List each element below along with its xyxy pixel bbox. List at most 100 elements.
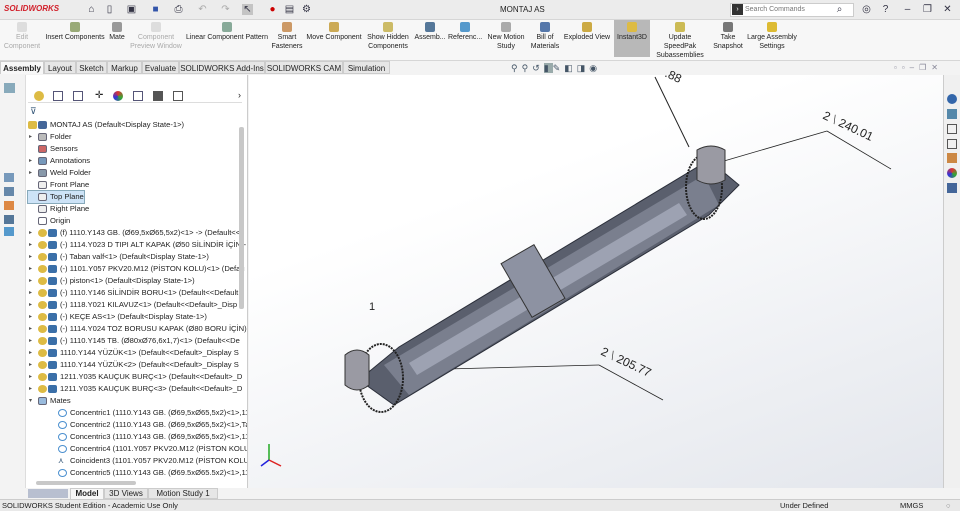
file-explorer-icon[interactable]	[947, 124, 957, 134]
tree-item[interactable]: ▸ (-) 1110.Y145 TB. (Ø80xØ76,6x1,7)<1> (D…	[28, 335, 240, 347]
expand-arrow-icon[interactable]: ▸	[29, 359, 32, 371]
resources-icon[interactable]	[947, 94, 957, 104]
tree-item[interactable]: ▸ Annotations	[28, 155, 90, 167]
previous-view-icon[interactable]: ↺	[532, 63, 544, 73]
tab-sketch[interactable]: Sketch	[76, 61, 107, 74]
tree-item[interactable]: Concentric3 (1110.Y143 GB. (Ø69,5xØ65,5x…	[28, 431, 247, 443]
expand-arrow-icon[interactable]: ▸	[29, 239, 32, 251]
tab-motion-study[interactable]: Motion Study 1	[148, 488, 218, 499]
tree-vertical-scrollbar[interactable]	[239, 127, 244, 309]
expand-arrow-icon[interactable]: ▸	[29, 347, 32, 359]
undo-icon[interactable]: ↶	[197, 4, 208, 15]
new-document-icon[interactable]: ▯	[104, 4, 115, 15]
home-icon[interactable]: ⌂	[86, 4, 97, 15]
display-manager-icon[interactable]	[113, 91, 123, 101]
tree-item[interactable]: Right Plane	[28, 203, 89, 215]
minimize-icon[interactable]: –	[902, 4, 913, 15]
assembly-features-button[interactable]: Assemb...	[413, 22, 447, 42]
expand-arrow-icon[interactable]: ▸	[29, 311, 32, 323]
expand-arrow-icon[interactable]: ▸	[29, 299, 32, 311]
expand-arrow-icon[interactable]: ▸	[29, 263, 32, 275]
tree-item[interactable]: Sensors	[28, 143, 78, 155]
filter-icon[interactable]: ⊽	[30, 106, 37, 117]
expand-arrow-icon[interactable]: ▸	[29, 371, 32, 383]
tab-evaluate[interactable]: Evaluate	[142, 61, 179, 74]
expand-arrow-icon[interactable]: ▸	[29, 167, 32, 179]
tree-item[interactable]: ▸ 1211.Y035 KAUÇUK BURÇ<3> (Default<<Defa…	[28, 383, 242, 395]
close-icon[interactable]: ✕	[942, 4, 953, 15]
section-icon[interactable]	[4, 187, 14, 196]
cam-operation-icon[interactable]	[153, 91, 163, 101]
tree-item[interactable]: Concentric1 (1110.Y143 GB. (Ø69,5xØ65,5x…	[28, 407, 247, 419]
graphics-area[interactable]: ⚲⚲↺▮✎◧◨◉ ▫▫–❐✕ 2 ⧵ 240.01 2 ⧵ 205.77 1 .…	[249, 63, 943, 488]
mate-button[interactable]: Mate	[107, 22, 127, 42]
expand-arrow-icon[interactable]: ▸	[29, 155, 32, 167]
tab-3d-views[interactable]: 3D Views	[104, 488, 148, 499]
scenes-icon[interactable]	[947, 168, 957, 178]
design-library-icon[interactable]	[947, 109, 957, 119]
dynamic-annotation-icon[interactable]: ✎	[553, 63, 565, 73]
tree-item[interactable]: ▸ 1110.Y144 YÜZÜK<2> (Default<<Default>_D…	[28, 359, 239, 371]
tree-item[interactable]: ▸ (-) 1114.Y024 TOZ BORUSU KAPAK (Ø80 BOR…	[28, 323, 247, 335]
display-style-icon[interactable]: ◨	[577, 63, 590, 73]
tab-solidworks-cam[interactable]: SOLIDWORKS CAM	[265, 61, 343, 74]
linear-component-pattern-button[interactable]: Linear Component Pattern	[185, 22, 269, 42]
tree-item[interactable]: ▸ Folder	[28, 131, 72, 143]
appearance-icon[interactable]	[4, 201, 14, 210]
tab-model[interactable]: Model	[70, 488, 104, 499]
collapse-arrow-icon[interactable]: ▾	[29, 395, 32, 407]
tab-layout[interactable]: Layout	[44, 61, 76, 74]
tab-simulation[interactable]: Simulation	[343, 61, 390, 74]
expand-arrow-icon[interactable]: ▸	[29, 323, 32, 335]
smart-fasteners-button[interactable]: Smart Fasteners	[270, 22, 304, 51]
new-motion-study-button[interactable]: New Motion Study	[485, 22, 527, 51]
reference-icon[interactable]	[4, 227, 14, 236]
tree-item[interactable]: ▸ (-) 1110.Y146 SİLİNDİR BORU<1> (Default…	[28, 287, 238, 299]
expand-arrow-icon[interactable]: ▸	[29, 131, 32, 143]
tree-item[interactable]: Front Plane	[28, 179, 89, 191]
tree-item[interactable]: Concentric2 (1110.Y143 GB. (Ø69,5xØ65,5x…	[28, 419, 247, 431]
tab-markup[interactable]: Markup	[107, 61, 142, 74]
tab-scroll-arrows[interactable]	[28, 489, 68, 498]
options-icon[interactable]: ⚙	[301, 4, 312, 15]
tree-item[interactable]: Concentric4 (1101.Y057 PKV20.M12 (PİSTON…	[28, 443, 247, 455]
viewport-window-controls[interactable]: ▫▫–❐✕	[894, 63, 943, 72]
show-hidden-components-button[interactable]: Show Hidden Components	[366, 22, 410, 51]
insert-components-button[interactable]: Insert Components	[44, 22, 106, 42]
search-icon[interactable]: ⌕	[834, 4, 845, 15]
units-selector[interactable]: MMGS	[900, 500, 923, 511]
help-icon[interactable]: ?	[880, 4, 891, 15]
expand-arrow-icon[interactable]: ▸	[29, 383, 32, 395]
assembly-icon[interactable]	[4, 83, 15, 93]
instant3d-button[interactable]: Instant3D	[614, 20, 650, 57]
update-speedpak-button[interactable]: Update SpeedPak Subassemblies	[652, 22, 708, 60]
hide-show-icon[interactable]: ◉	[589, 63, 601, 73]
view-icon[interactable]	[4, 173, 14, 182]
tree-item[interactable]: ▾ Mates	[28, 395, 71, 407]
tree-item[interactable]: ▸ Weld Folder	[28, 167, 91, 179]
feature-manager-icon[interactable]	[34, 91, 44, 101]
expand-arrow-icon[interactable]: ▸	[29, 227, 32, 239]
tree-item[interactable]: Concentric5 (1110.Y143 GB. (Ø69.5xØ65.5x…	[28, 467, 247, 479]
tree-item[interactable]: ▸ (-) Taban valf<1> (Default<Display Stat…	[28, 251, 209, 263]
component-preview-window-button[interactable]: Component Preview Window	[128, 22, 184, 51]
cam-icon[interactable]	[133, 91, 143, 101]
reference-geometry-button[interactable]: Referenc...	[448, 22, 482, 42]
account-icon[interactable]: ◎	[861, 4, 872, 15]
bill-of-materials-button[interactable]: Bill of Materials	[530, 22, 560, 51]
zoom-to-fit-icon[interactable]: ⚲	[511, 63, 522, 73]
take-snapshot-button[interactable]: Take Snapshot	[712, 22, 744, 51]
file-properties-icon[interactable]: ▤	[284, 4, 295, 15]
select-icon[interactable]: ↖	[242, 4, 253, 15]
appearances-icon[interactable]	[947, 153, 957, 163]
zoom-area-icon[interactable]: ⚲	[522, 63, 533, 73]
open-icon[interactable]: ▣	[126, 4, 137, 15]
tree-item[interactable]: ⋏ Coincident3 (1101.Y057 PKV20.M12 (PİSTO…	[28, 455, 247, 467]
expand-arrow-icon[interactable]: ▸	[29, 251, 32, 263]
large-assembly-settings-button[interactable]: Large Assembly Settings	[746, 22, 798, 51]
print-icon[interactable]: ⎙	[173, 4, 184, 15]
custom-properties-icon[interactable]	[947, 183, 957, 193]
tree-item[interactable]: ▸ (f) 1110.Y143 GB. (Ø69,5xØ65,5x2)<1> ->…	[28, 227, 240, 239]
expand-arrow-icon[interactable]: ▸	[29, 287, 32, 299]
display-icon[interactable]	[4, 215, 14, 224]
